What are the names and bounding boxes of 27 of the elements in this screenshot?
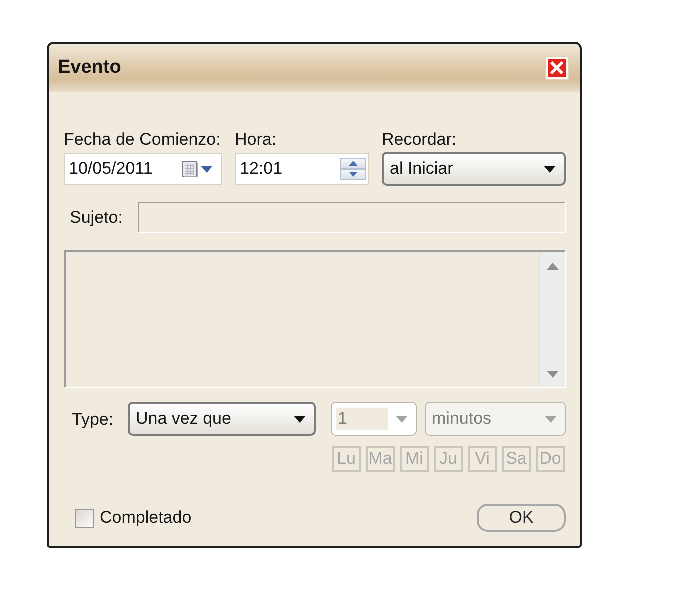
caret-up-icon [546,263,558,270]
date-field[interactable]: 10/05/2011 [64,153,222,185]
caret-down-icon [545,416,557,422]
window-title: Evento [58,57,122,79]
type-dropdown[interactable]: Una vez que [128,402,316,436]
field-label: Recordar: [382,130,458,149]
spin-down-button[interactable] [340,169,366,180]
field-label: Type: [71,410,115,429]
calendar-icon[interactable] [181,160,199,178]
caret-down-icon [396,416,408,422]
close-icon [548,59,566,77]
checkbox-label[interactable]: Completado [100,508,192,528]
caret-down-icon [201,166,213,172]
spin-up-button[interactable] [340,158,366,169]
field-label: Sujeto: [69,208,124,227]
close-button[interactable] [545,56,569,80]
reminder-dropdown[interactable]: al Iniciar [382,152,566,186]
time-field[interactable]: 12:01 [235,153,369,185]
caret-down-icon [544,166,556,172]
field-label: Hora: [235,130,278,149]
caret-down-icon [348,172,358,177]
caret-up-icon [348,161,358,166]
caret-down-icon [546,371,558,378]
checkbox[interactable] [75,508,94,528]
ok-button[interactable]: OK [477,504,566,532]
field-label: Fecha de Comienzo: [64,130,222,149]
caret-down-icon [294,416,306,422]
